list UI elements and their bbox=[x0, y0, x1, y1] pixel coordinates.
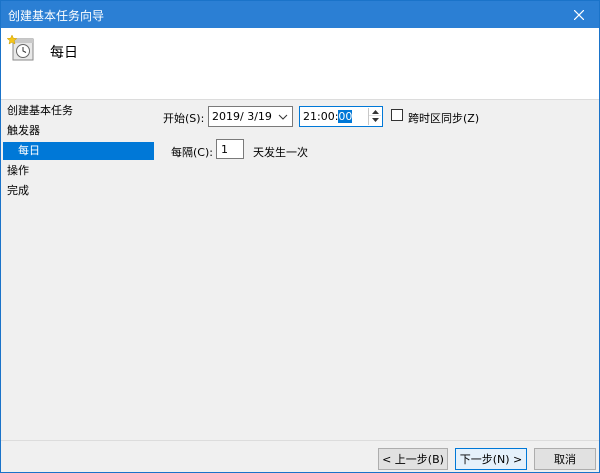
spinner-up-button[interactable] bbox=[369, 108, 381, 116]
window-title: 创建基本任务向导 bbox=[8, 9, 105, 23]
sync-timezone-label[interactable]: 跨时区同步(Z) bbox=[408, 110, 479, 126]
start-time-input[interactable]: 21:00:00 bbox=[299, 106, 383, 127]
sidebar-item-finish[interactable]: 完成 bbox=[7, 182, 29, 200]
sidebar-item-label: 触发器 bbox=[7, 124, 40, 137]
start-label: 开始(S): bbox=[163, 112, 205, 125]
task-clock-icon bbox=[7, 34, 34, 61]
sidebar-item-label: 创建基本任务 bbox=[7, 104, 73, 117]
sidebar-item-create-basic-task[interactable]: 创建基本任务 bbox=[7, 102, 73, 120]
cancel-button[interactable]: 取消 bbox=[534, 448, 596, 470]
title-bar: 创建基本任务向导 bbox=[1, 1, 599, 28]
recur-suffix-label: 天发生一次 bbox=[253, 146, 308, 159]
start-time-value: 21:00:00 bbox=[303, 110, 353, 123]
caret-down-icon bbox=[371, 118, 379, 122]
cancel-button-label: 取消 bbox=[554, 453, 576, 466]
wizard-header: 每日 bbox=[1, 28, 599, 100]
time-selected-seconds: 00 bbox=[338, 110, 353, 123]
sync-timezone-checkbox[interactable] bbox=[391, 109, 403, 121]
time-spinner[interactable] bbox=[368, 108, 381, 125]
close-button[interactable] bbox=[559, 1, 599, 28]
time-prefix: 21:00: bbox=[303, 110, 339, 123]
wizard-window: 创建基本任务向导 每日 创建基本任务 触发器 每日 操作 完成 开始(S): 2… bbox=[0, 0, 600, 473]
caret-up-icon bbox=[371, 109, 379, 114]
footer-divider bbox=[1, 440, 599, 441]
trigger-settings-form: 开始(S): 2019/ 3/19 21:00:00 跨时区同步(Z) 每隔(C… bbox=[161, 100, 599, 440]
back-button-label: < 上一步(B) bbox=[382, 453, 444, 466]
next-button-label: 下一步(N) > bbox=[459, 453, 523, 466]
next-button[interactable]: 下一步(N) > bbox=[455, 448, 527, 470]
recur-label: 每隔(C): bbox=[171, 146, 213, 159]
recur-days-input[interactable]: 1 bbox=[216, 139, 244, 159]
recur-days-value: 1 bbox=[221, 143, 228, 156]
sidebar-item-action[interactable]: 操作 bbox=[7, 162, 29, 180]
sidebar-item-trigger[interactable]: 触发器 bbox=[7, 122, 40, 140]
wizard-steps-sidebar: 创建基本任务 触发器 每日 操作 完成 bbox=[1, 100, 156, 440]
spinner-down-button[interactable] bbox=[369, 116, 381, 124]
page-title: 每日 bbox=[50, 45, 78, 61]
chevron-down-icon[interactable] bbox=[278, 112, 288, 122]
back-button[interactable]: < 上一步(B) bbox=[378, 448, 448, 470]
start-date-picker[interactable]: 2019/ 3/19 bbox=[208, 106, 293, 127]
sidebar-item-label: 操作 bbox=[7, 164, 29, 177]
sidebar-item-label: 完成 bbox=[7, 184, 29, 197]
sidebar-item-label: 每日 bbox=[18, 144, 40, 157]
sidebar-item-daily[interactable]: 每日 bbox=[3, 142, 154, 160]
close-icon bbox=[574, 9, 584, 20]
start-date-value: 2019/ 3/19 bbox=[212, 110, 272, 123]
